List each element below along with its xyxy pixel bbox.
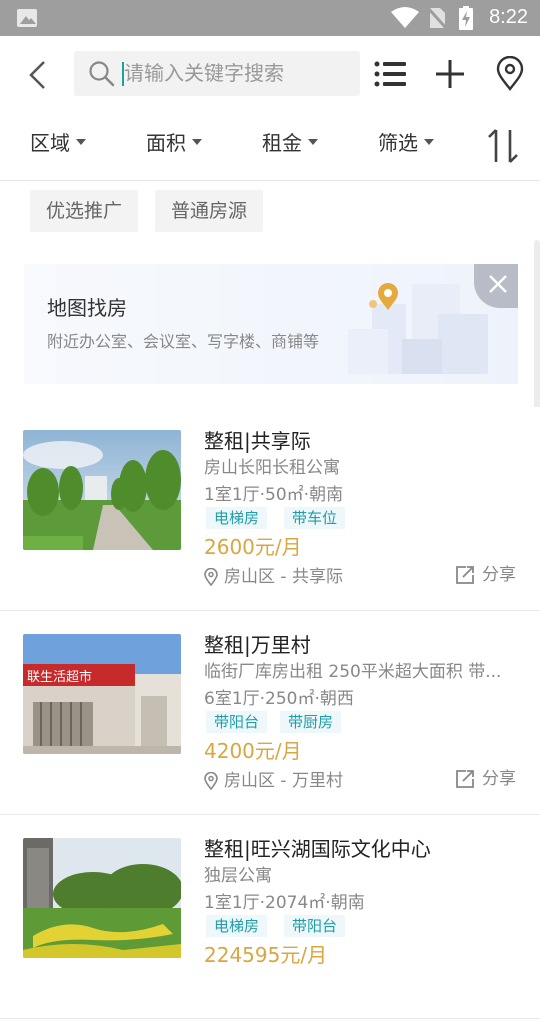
clock-time: 8:22	[489, 6, 528, 28]
close-banner-button[interactable]	[474, 264, 518, 308]
listing-title: 整租|共享际	[204, 429, 311, 453]
listing-spec: 6室1厅·250㎡·朝西	[204, 689, 354, 709]
share-button[interactable]: 分享	[454, 764, 516, 790]
dropdown-triangle-icon	[424, 138, 434, 145]
wifi-icon	[391, 7, 419, 28]
gallery-notification-icon	[17, 9, 37, 27]
listing-card[interactable]: 整租|共享际 房山长阳长租公寓 1室1厅·50㎡·朝南 电梯房 带车位 2600…	[0, 407, 540, 611]
dropdown-triangle-icon	[76, 138, 86, 145]
listing-price: 4200元/月	[204, 739, 302, 763]
listing-card[interactable]: 整租|旺兴湖国际文化中心 独层公寓 1室1厅·2074㎡·朝南 电梯房 带阳台 …	[0, 815, 540, 1019]
listing-subtitle: 独层公寓	[204, 866, 272, 886]
tag-featured[interactable]: 优选推广	[30, 190, 139, 232]
filter-area-dropdown[interactable]: 区域	[30, 128, 86, 158]
filter-more-dropdown[interactable]: 筛选	[378, 128, 434, 158]
filter-label: 筛选	[378, 131, 418, 155]
listing-card[interactable]: 联生活超市 整租|万里村 临街厂库房出租 250平米超大面积 带... 6室1厅…	[0, 611, 540, 815]
add-plus-icon[interactable]	[432, 56, 468, 92]
listing-spec: 1室1厅·50㎡·朝南	[204, 485, 344, 505]
status-bar: 8:22	[0, 0, 540, 36]
list-view-icon[interactable]	[372, 56, 408, 92]
listing-location: 房山区 - 共享际	[204, 562, 343, 587]
source-tabs: 优选推广 普通房源	[0, 181, 540, 241]
filter-label: 租金	[262, 131, 302, 155]
feature-tag: 带厨房	[280, 711, 342, 733]
dropdown-triangle-icon	[192, 138, 202, 145]
share-label: 分享	[482, 769, 516, 789]
city-map-illustration-icon	[348, 283, 488, 374]
listing-location: 房山区 - 万里村	[204, 766, 343, 791]
listing-title: 整租|旺兴湖国际文化中心	[204, 837, 431, 861]
listing-photo	[23, 838, 181, 958]
filter-size-dropdown[interactable]: 面积	[146, 128, 202, 158]
svg-text:联生活超市: 联生活超市	[27, 669, 92, 685]
listing-photo: 联生活超市	[23, 634, 181, 754]
battery-charging-icon	[459, 6, 473, 30]
close-icon	[489, 275, 507, 293]
feature-tag: 电梯房	[206, 915, 268, 937]
feature-tag: 电梯房	[206, 507, 268, 529]
listing-subtitle: 房山长阳长租公寓	[204, 458, 340, 478]
share-icon	[456, 566, 474, 584]
tag-regular[interactable]: 普通房源	[155, 190, 264, 232]
listing-title: 整租|万里村	[204, 633, 311, 657]
listing-price: 2600元/月	[204, 535, 302, 559]
feature-tag: 带车位	[284, 507, 346, 529]
location-pin-icon[interactable]	[492, 56, 528, 92]
listing-photo	[23, 430, 181, 550]
location-text: 房山区 - 共享际	[224, 567, 343, 587]
share-button[interactable]: 分享	[454, 560, 516, 586]
filter-label: 区域	[30, 131, 70, 155]
listing-spec: 1室1厅·2074㎡·朝南	[204, 893, 365, 913]
top-bar	[0, 36, 540, 112]
map-banner-subtitle: 附近办公室、会议室、写字楼、商铺等	[47, 332, 320, 351]
filter-bar: 区域 面积 租金 筛选	[0, 112, 540, 181]
back-arrow-icon[interactable]	[22, 58, 56, 92]
listing-subtitle: 临街厂库房出租 250平米超大面积 带...	[204, 662, 502, 682]
location-pin-icon	[204, 568, 218, 586]
filter-label: 面积	[146, 131, 186, 155]
no-sim-icon	[426, 6, 448, 30]
search-icon	[89, 61, 115, 87]
feature-tag: 带阳台	[206, 711, 268, 733]
map-search-banner[interactable]: 地图找房 附近办公室、会议室、写字楼、商铺等	[24, 264, 518, 384]
search-input[interactable]	[124, 57, 354, 89]
dropdown-triangle-icon	[308, 138, 318, 145]
map-banner-title: 地图找房	[47, 296, 127, 320]
search-box[interactable]	[74, 51, 360, 96]
filter-rent-dropdown[interactable]: 租金	[262, 128, 318, 158]
location-pin-icon	[204, 772, 218, 790]
share-label: 分享	[482, 565, 516, 585]
sort-icon[interactable]	[486, 126, 520, 166]
share-icon	[456, 770, 474, 788]
location-text: 房山区 - 万里村	[224, 771, 343, 791]
listing-price: 224595元/月	[204, 943, 328, 967]
feature-tag: 带阳台	[284, 915, 346, 937]
